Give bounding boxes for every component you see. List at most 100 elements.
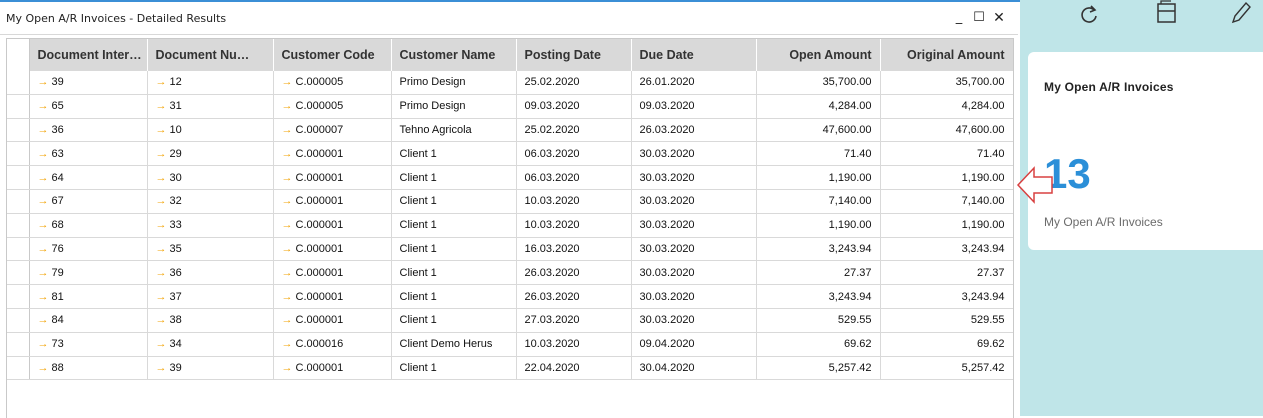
- link-arrow-icon[interactable]: →: [282, 243, 293, 255]
- link-arrow-icon[interactable]: →: [38, 338, 49, 350]
- link-arrow-icon[interactable]: →: [38, 148, 49, 160]
- link-arrow-icon[interactable]: →: [282, 195, 293, 207]
- row-selector[interactable]: [7, 118, 30, 143]
- row-selector[interactable]: [7, 284, 30, 309]
- cell-due-date-text: 30.03.2020: [639, 147, 695, 160]
- cell-document-internal-id: → 67: [29, 189, 148, 214]
- link-arrow-icon[interactable]: →: [282, 172, 293, 184]
- link-arrow-icon[interactable]: →: [282, 124, 293, 136]
- link-arrow-icon[interactable]: →: [38, 243, 49, 255]
- link-arrow-icon[interactable]: →: [282, 362, 293, 374]
- table-row[interactable]: → 65 → 31 → C.000005 Primo Design 09.03.2020 09.…: [7, 94, 1013, 119]
- cell-customer-code: → C.000005: [273, 71, 392, 95]
- cell-document-internal-id-text: 88: [51, 361, 64, 374]
- cell-open-amount: 3,243.94: [756, 237, 881, 262]
- link-arrow-icon[interactable]: →: [38, 362, 49, 374]
- link-arrow-icon[interactable]: →: [282, 219, 293, 231]
- table-row[interactable]: → 67 → 32 → C.000001 Client 1 10.03.2020 30.03.2…: [7, 189, 1013, 214]
- row-selector[interactable]: [7, 189, 30, 214]
- table-row[interactable]: → 63 → 29 → C.000001 Client 1 06.03.2020 30.03.2…: [7, 141, 1013, 167]
- table-row[interactable]: → 36 → 10 → C.000007 Tehno Agricola 25.02.2020 2…: [7, 118, 1013, 143]
- link-arrow-icon[interactable]: →: [156, 124, 167, 136]
- link-arrow-icon[interactable]: →: [156, 100, 167, 112]
- col-header-due-date[interactable]: Due Date: [631, 39, 757, 71]
- cell-document-number: → 33: [147, 213, 274, 238]
- row-selector[interactable]: [7, 94, 30, 119]
- edit-pencil-icon[interactable]: [1227, 0, 1255, 30]
- maximize-button[interactable]: ☐: [972, 9, 986, 27]
- col-header-posting-date[interactable]: Posting Date: [516, 39, 632, 71]
- table-row[interactable]: → 81 → 37 → C.000001 Client 1 26.03.2020 30.03.2…: [7, 284, 1013, 309]
- link-arrow-icon[interactable]: →: [282, 100, 293, 112]
- link-arrow-icon[interactable]: →: [282, 338, 293, 350]
- link-arrow-icon[interactable]: →: [282, 267, 293, 279]
- link-arrow-icon[interactable]: →: [38, 314, 49, 326]
- kpi-tile[interactable]: My Open A/R Invoices 13 My Open A/R Invo…: [1028, 52, 1263, 250]
- col-header-customer-name[interactable]: Customer Name: [391, 39, 517, 71]
- link-arrow-icon[interactable]: →: [282, 314, 293, 326]
- link-arrow-icon[interactable]: →: [156, 195, 167, 207]
- refresh-icon[interactable]: [1075, 0, 1103, 30]
- row-selector[interactable]: [7, 332, 30, 357]
- link-arrow-icon[interactable]: →: [38, 124, 49, 136]
- col-header-document-number[interactable]: Document Nu…: [147, 39, 274, 71]
- table-row[interactable]: → 76 → 35 → C.000001 Client 1 16.03.2020 30.03.2…: [7, 237, 1013, 262]
- link-arrow-icon[interactable]: →: [156, 314, 167, 326]
- link-arrow-icon[interactable]: →: [156, 76, 167, 88]
- table-row[interactable]: → 88 → 39 → C.000001 Client 1 22.04.2020 30.04.2…: [7, 356, 1013, 381]
- col-header-document-internal-id[interactable]: Document Inter…: [29, 39, 148, 71]
- link-arrow-icon[interactable]: →: [156, 291, 167, 303]
- link-arrow-icon[interactable]: →: [156, 338, 167, 350]
- pointer-arrow-icon: [1016, 166, 1053, 204]
- link-arrow-icon[interactable]: →: [156, 219, 167, 231]
- row-selector[interactable]: [7, 260, 30, 286]
- row-selector[interactable]: [7, 165, 30, 190]
- cell-document-internal-id: → 84: [29, 308, 148, 333]
- row-selector[interactable]: [7, 237, 30, 262]
- cell-open-amount-text: 47,600.00: [822, 123, 872, 136]
- row-selector[interactable]: [7, 141, 30, 167]
- header-row: Document Inter… Document Nu… Customer Co…: [7, 39, 1013, 71]
- cell-posting-date: 25.02.2020: [516, 71, 632, 95]
- table-row[interactable]: → 84 → 38 → C.000001 Client 1 27.03.2020 30.03.2…: [7, 308, 1013, 333]
- col-header-open-amount[interactable]: Open Amount: [756, 39, 881, 71]
- close-button[interactable]: ✕: [992, 9, 1006, 27]
- cell-document-internal-id: → 81: [29, 284, 148, 309]
- link-arrow-icon[interactable]: →: [38, 172, 49, 184]
- minimize-button[interactable]: _: [952, 9, 966, 27]
- table-row[interactable]: → 73 → 34 → C.000016 Client Demo Herus 10.03.20…: [7, 332, 1013, 357]
- cell-original-amount-text: 1,190.00: [961, 171, 1005, 184]
- window-title-bar[interactable]: My Open A/R Invoices - Detailed Results …: [0, 6, 1018, 35]
- folder-icon[interactable]: [1153, 0, 1181, 30]
- link-arrow-icon[interactable]: →: [38, 100, 49, 112]
- link-arrow-icon[interactable]: →: [38, 76, 49, 88]
- link-arrow-icon[interactable]: →: [156, 362, 167, 374]
- table-row[interactable]: → 68 → 33 → C.000001 Client 1 10.03.2020 30.03.2…: [7, 213, 1013, 238]
- link-arrow-icon[interactable]: →: [282, 291, 293, 303]
- link-arrow-icon[interactable]: →: [38, 291, 49, 303]
- row-selector-header[interactable]: [7, 39, 30, 71]
- cell-original-amount-text: 35,700.00: [955, 76, 1005, 89]
- link-arrow-icon[interactable]: →: [156, 267, 167, 279]
- cell-original-amount-text: 5,257.42: [961, 361, 1005, 374]
- cell-original-amount: 3,243.94: [880, 284, 1013, 309]
- col-header-original-amount[interactable]: Original Amount: [880, 39, 1013, 71]
- link-arrow-icon[interactable]: →: [38, 195, 49, 207]
- table-row[interactable]: → 39 → 12 → C.000005 Primo Design 25.02.2020 26.…: [7, 71, 1013, 95]
- row-selector[interactable]: [7, 356, 30, 381]
- link-arrow-icon[interactable]: →: [156, 243, 167, 255]
- link-arrow-icon[interactable]: →: [282, 76, 293, 88]
- row-selector[interactable]: [7, 213, 30, 238]
- link-arrow-icon[interactable]: →: [156, 172, 167, 184]
- cell-document-internal-id: → 39: [29, 71, 148, 95]
- link-arrow-icon[interactable]: →: [38, 267, 49, 279]
- table-row[interactable]: → 79 → 36 → C.000001 Client 1 26.03.2020 30.03.2…: [7, 260, 1013, 286]
- row-selector[interactable]: [7, 308, 30, 333]
- cell-customer-name: Primo Design: [391, 71, 517, 95]
- table-row[interactable]: → 64 → 30 → C.000001 Client 1 06.03.2020 30.03.2…: [7, 165, 1013, 190]
- link-arrow-icon[interactable]: →: [156, 148, 167, 160]
- row-selector[interactable]: [7, 71, 30, 95]
- link-arrow-icon[interactable]: →: [38, 219, 49, 231]
- col-header-customer-code[interactable]: Customer Code: [273, 39, 392, 71]
- link-arrow-icon[interactable]: →: [282, 148, 293, 160]
